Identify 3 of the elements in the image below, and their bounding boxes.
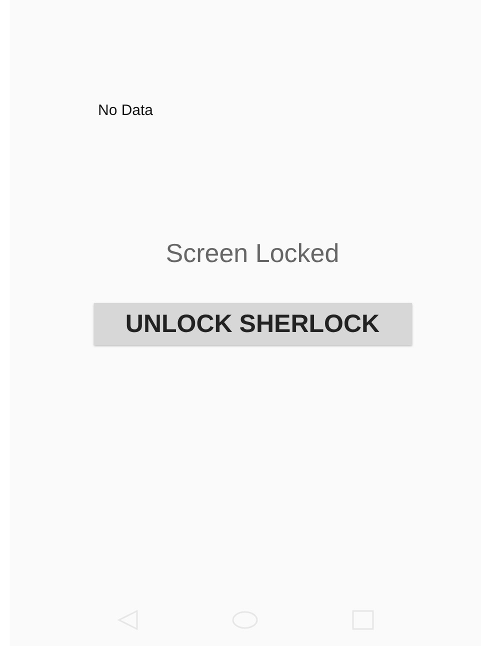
- status-text: No Data: [97, 101, 154, 120]
- screen-title: Screen Locked: [166, 238, 340, 268]
- unlock-button[interactable]: UNLOCK SHERLOCK: [94, 303, 412, 345]
